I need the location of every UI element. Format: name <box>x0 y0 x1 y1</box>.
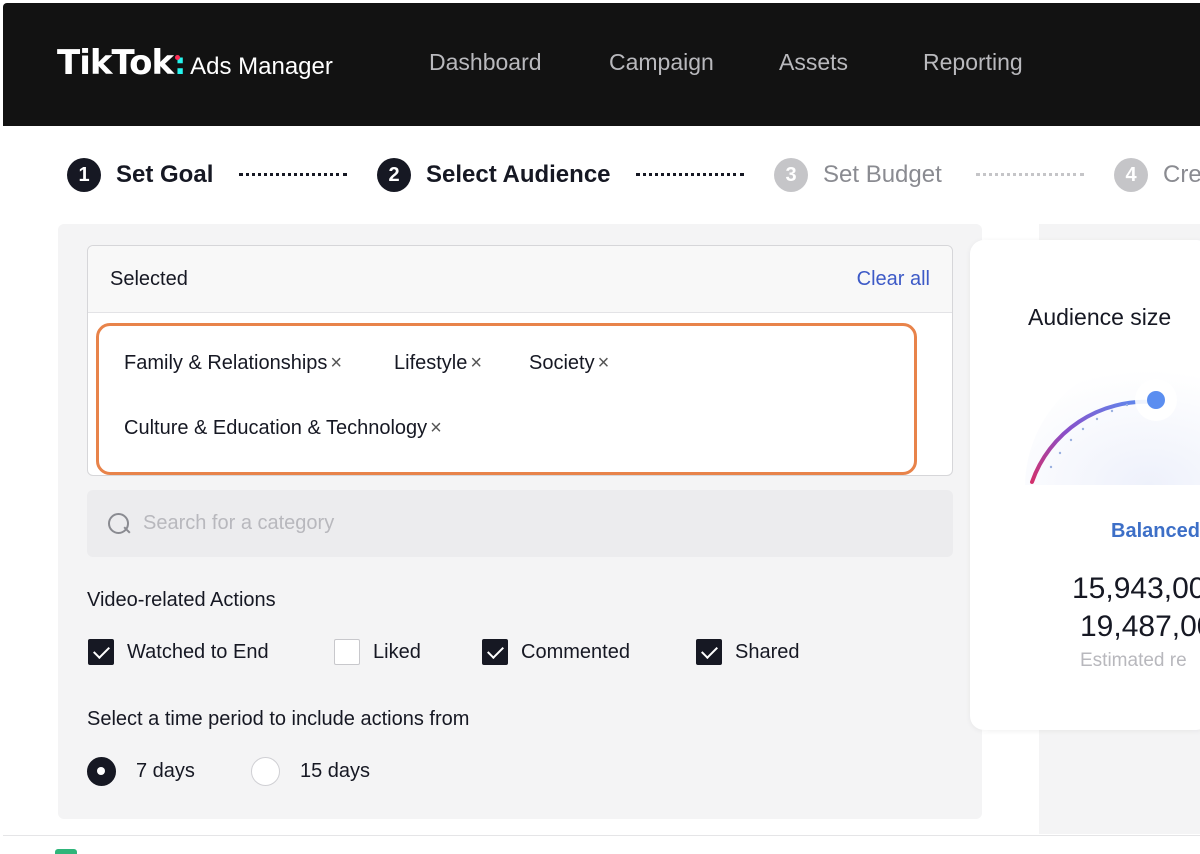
audience-status: Balanced <box>1111 520 1200 542</box>
checkbox-label: Liked <box>373 640 421 663</box>
app-frame: TikTok : Ads Manager Dashboard Campaign … <box>3 3 1200 854</box>
step-label: Set Budget <box>823 161 942 188</box>
tag-label: Lifestyle <box>394 352 468 374</box>
remove-tag-icon[interactable]: × <box>470 352 482 375</box>
tag-society: Society × <box>529 352 609 375</box>
step-label: Cre <box>1163 161 1200 188</box>
selected-tags-highlight: Family & Relationships × Lifestyle × Soc… <box>96 323 917 475</box>
step-number: 3 <box>774 158 808 192</box>
logo-subtitle: Ads Manager <box>190 53 333 80</box>
tag-label: Family & Relationships <box>124 352 328 374</box>
nav-reporting[interactable]: Reporting <box>923 49 1023 76</box>
footer-partial-element <box>55 849 77 854</box>
radio-button[interactable] <box>251 757 280 786</box>
step-set-budget[interactable]: 3 Set Budget <box>774 158 942 192</box>
tag-lifestyle: Lifestyle × <box>394 352 482 375</box>
nav-assets[interactable]: Assets <box>779 49 848 76</box>
tag-family-relationships: Family & Relationships × <box>124 352 342 375</box>
radio-label: 7 days <box>136 760 195 782</box>
clear-all-link[interactable]: Clear all <box>857 268 930 291</box>
step-label: Set Goal <box>116 161 214 188</box>
remove-tag-icon[interactable]: × <box>430 417 442 440</box>
step-create[interactable]: 4 Cre <box>1114 158 1200 192</box>
step-label: Select Audience <box>426 161 611 188</box>
radio-15-days[interactable]: 15 days <box>251 757 370 786</box>
video-actions-label: Video-related Actions <box>87 589 276 611</box>
selected-categories-box: Selected Clear all Family & Relationship… <box>87 245 953 476</box>
checkbox-liked[interactable]: Liked <box>334 639 421 665</box>
step-select-audience[interactable]: 2 Select Audience <box>377 158 611 192</box>
audience-size-title: Audience size <box>1028 304 1172 330</box>
checkbox-box[interactable] <box>696 639 722 665</box>
checkbox-label: Commented <box>521 640 630 663</box>
checkbox-label: Watched to End <box>127 640 269 663</box>
checkbox-shared[interactable]: Shared <box>696 639 800 665</box>
step-number: 1 <box>67 158 101 192</box>
radio-label: 15 days <box>300 760 371 782</box>
step-connector <box>636 173 744 176</box>
footer-divider <box>3 835 1200 836</box>
checkbox-label: Shared <box>735 640 800 663</box>
category-search-input[interactable] <box>143 512 843 535</box>
checkbox-box[interactable] <box>334 639 360 665</box>
checkbox-box[interactable] <box>482 639 508 665</box>
audience-gauge <box>1025 370 1200 485</box>
selected-title: Selected <box>110 267 188 290</box>
audience-min: 15,943,00 <box>1072 572 1200 605</box>
checkbox-watched-to-end[interactable]: Watched to End <box>88 639 269 665</box>
tag-label: Society <box>529 352 595 374</box>
category-search-bar <box>87 490 953 557</box>
tiktok-ads-logo[interactable]: TikTok : Ads Manager <box>57 43 333 83</box>
selected-header: Selected Clear all <box>88 246 952 313</box>
logo-wordmark: TikTok <box>57 43 174 83</box>
tag-culture-education-technology: Culture & Education & Technology × <box>124 417 442 440</box>
targeting-panel: Selected Clear all Family & Relationship… <box>58 224 982 819</box>
checkbox-commented[interactable]: Commented <box>482 639 630 665</box>
radio-7-days[interactable]: 7 days <box>87 757 195 786</box>
remove-tag-icon[interactable]: × <box>330 352 342 375</box>
audience-max: 19,487,00 <box>1080 610 1200 643</box>
audience-size-card: Audience size Balanced 15,943,00 19,487,… <box>970 240 1200 730</box>
nav-campaign[interactable]: Campaign <box>609 49 714 76</box>
top-nav-bar: TikTok : Ads Manager Dashboard Campaign … <box>3 3 1200 126</box>
checkbox-box[interactable] <box>88 639 114 665</box>
logo-colon-mark: : <box>174 47 187 82</box>
step-number: 2 <box>377 158 411 192</box>
nav-dashboard[interactable]: Dashboard <box>429 49 542 76</box>
step-connector <box>239 173 347 176</box>
audience-estimate-label: Estimated re <box>1080 650 1187 671</box>
time-period-label: Select a time period to include actions … <box>87 708 470 730</box>
remove-tag-icon[interactable]: × <box>598 352 610 375</box>
step-set-goal[interactable]: 1 Set Goal <box>67 158 213 192</box>
radio-button[interactable] <box>87 757 116 786</box>
step-connector <box>976 173 1084 176</box>
search-icon <box>107 512 131 536</box>
step-number: 4 <box>1114 158 1148 192</box>
tag-label: Culture & Education & Technology <box>124 417 428 439</box>
